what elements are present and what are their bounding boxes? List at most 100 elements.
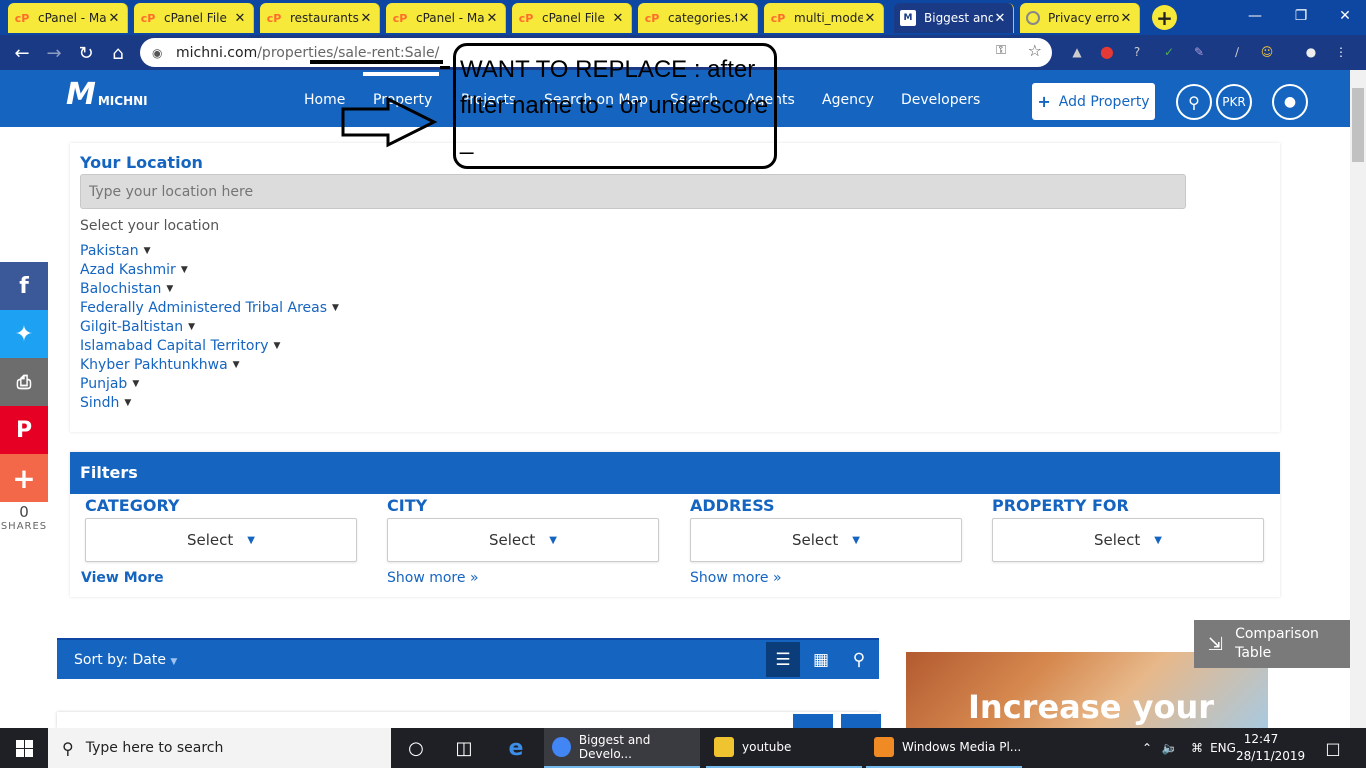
location-item[interactable]: Azad Kashmir ▼ xyxy=(80,260,339,279)
notification-icon[interactable]: □ xyxy=(1318,728,1348,768)
address-select[interactable]: Select ▼ xyxy=(690,518,962,562)
chevron-down-icon: ▼ xyxy=(132,378,140,389)
new-tab-button[interactable]: + xyxy=(1152,5,1177,30)
user-icon[interactable]: ● xyxy=(1272,84,1308,120)
location-item[interactable]: Federally Administered Tribal Areas ▼ xyxy=(80,298,339,317)
pinterest-share-icon[interactable]: P xyxy=(0,406,48,454)
extension-shield-icon[interactable]: ▲ xyxy=(1066,41,1088,63)
city-select[interactable]: Select ▼ xyxy=(387,518,659,562)
location-item[interactable]: Balochistan ▼ xyxy=(80,279,339,298)
extension-check-icon[interactable]: ✓ xyxy=(1158,41,1180,63)
taskbar-app-chrome[interactable]: Biggest and Develo... xyxy=(544,728,700,768)
close-tab-icon[interactable]: ✕ xyxy=(737,11,751,26)
browser-tab[interactable]: cP cPanel - Ma ✕ xyxy=(8,3,128,33)
location-item[interactable]: Punjab ▼ xyxy=(80,374,339,393)
extension-emoji-icon[interactable]: ☺ xyxy=(1256,41,1278,63)
tray-wifi-icon[interactable]: ⌘ xyxy=(1186,728,1208,768)
map-pin-icon[interactable]: ⚲ xyxy=(842,642,876,677)
taskbar-app-media-player[interactable]: Windows Media Pl... xyxy=(866,728,1022,768)
close-tab-icon[interactable]: ✕ xyxy=(993,11,1007,26)
browser-tab[interactable]: Privacy erro ✕ xyxy=(1020,3,1140,33)
task-view-icon[interactable]: ◫ xyxy=(440,728,488,768)
minimize-button[interactable]: — xyxy=(1232,0,1278,32)
cortana-icon[interactable]: ○ xyxy=(392,728,440,768)
back-icon[interactable]: ← xyxy=(8,39,36,67)
location-item[interactable]: Khyber Pakhtunkhwa ▼ xyxy=(80,355,339,374)
browser-tab[interactable]: cP cPanel File ✕ xyxy=(134,3,254,33)
browser-tab[interactable]: cP multi_mode ✕ xyxy=(764,3,884,33)
media-player-icon xyxy=(874,737,894,757)
extension-tool-icon[interactable]: ∕ xyxy=(1226,41,1248,63)
edge-icon[interactable]: e xyxy=(492,728,540,768)
home-icon[interactable]: ⌂ xyxy=(104,39,132,67)
close-tab-icon[interactable]: ✕ xyxy=(233,11,247,26)
more-share-icon[interactable]: + xyxy=(0,454,48,502)
extension-stop-icon[interactable]: ⬤ xyxy=(1096,41,1118,63)
page-scrollbar[interactable] xyxy=(1350,70,1366,728)
currency-button[interactable]: PKR xyxy=(1216,84,1252,120)
location-item[interactable]: Sindh ▼ xyxy=(80,393,339,412)
cpanel-favicon-icon: cP xyxy=(392,11,408,25)
location-item[interactable]: Pakistan ▼ xyxy=(80,241,339,260)
property-for-select[interactable]: Select ▼ xyxy=(992,518,1264,562)
taskbar-search-box[interactable]: ⚲ Type here to search xyxy=(48,728,391,768)
tray-volume-icon[interactable]: 🔈 xyxy=(1158,728,1180,768)
print-share-icon[interactable]: ⎙ xyxy=(0,358,48,406)
profile-avatar-icon[interactable]: ● xyxy=(1300,41,1322,63)
nav-agency[interactable]: Agency xyxy=(822,92,874,108)
list-view-icon[interactable]: ☰ xyxy=(766,642,800,677)
browser-tab[interactable]: cP cPanel File ✕ xyxy=(512,3,632,33)
close-tab-icon[interactable]: ✕ xyxy=(107,11,121,26)
cpanel-favicon-icon: cP xyxy=(644,11,660,25)
browser-tab[interactable]: cP cPanel - Ma ✕ xyxy=(386,3,506,33)
location-item[interactable]: Islamabad Capital Territory ▼ xyxy=(80,336,339,355)
tray-overflow-icon[interactable]: ⌃ xyxy=(1138,728,1156,768)
facebook-share-icon[interactable]: f xyxy=(0,262,48,310)
browser-tab[interactable]: M Biggest and ✕ xyxy=(894,3,1014,33)
folder-icon xyxy=(714,737,734,757)
taskbar-app-explorer[interactable]: youtube xyxy=(706,728,862,768)
card-action-button[interactable] xyxy=(793,714,833,728)
key-icon[interactable]: ⚿ xyxy=(996,43,1006,58)
twitter-share-icon[interactable]: ✦ xyxy=(0,310,48,358)
card-action-button[interactable] xyxy=(841,714,881,728)
close-tab-icon[interactable]: ✕ xyxy=(1119,11,1133,26)
comparison-table-button[interactable]: ⇲ Comparison Table xyxy=(1194,620,1350,668)
cpanel-favicon-icon: cP xyxy=(266,11,282,25)
show-more-link[interactable]: Show more » xyxy=(387,570,659,586)
close-tab-icon[interactable]: ✕ xyxy=(485,11,499,26)
add-property-button[interactable]: + Add Property xyxy=(1032,83,1155,120)
taskbar-search-placeholder: Type here to search xyxy=(85,740,224,756)
reload-icon[interactable]: ↻ xyxy=(72,39,100,67)
close-tab-icon[interactable]: ✕ xyxy=(359,11,373,26)
search-icon[interactable]: ⚲ xyxy=(1176,84,1212,120)
taskbar-clock[interactable]: 12:47 28/11/2019 xyxy=(1236,731,1305,765)
scrollbar-thumb[interactable] xyxy=(1352,88,1364,162)
menu-dots-icon[interactable]: ⋮ xyxy=(1330,41,1352,63)
show-more-link[interactable]: Show more » xyxy=(690,570,962,586)
windows-start-icon[interactable] xyxy=(0,728,48,768)
close-tab-icon[interactable]: ✕ xyxy=(863,11,877,26)
restore-button[interactable]: ❐ xyxy=(1278,0,1324,32)
comparison-label-line2: Table xyxy=(1235,645,1272,661)
star-icon[interactable]: ☆ xyxy=(1028,41,1042,60)
close-window-button[interactable]: ✕ xyxy=(1322,0,1366,32)
browser-tab[interactable]: cP categories.t ✕ xyxy=(638,3,758,33)
forward-icon[interactable]: → xyxy=(40,39,68,67)
tab-title: cPanel File xyxy=(164,11,227,25)
browser-tab[interactable]: cP restaurants ✕ xyxy=(260,3,380,33)
location-input[interactable] xyxy=(80,174,1186,209)
location-item[interactable]: Gilgit-Baltistan ▼ xyxy=(80,317,339,336)
tray-language[interactable]: ENG xyxy=(1210,728,1236,768)
category-select[interactable]: Select ▼ xyxy=(85,518,357,562)
extension-help-icon[interactable]: ? xyxy=(1126,41,1148,63)
extension-feather-icon[interactable]: ✎ xyxy=(1188,41,1210,63)
view-more-link[interactable]: View More xyxy=(81,570,357,586)
nav-developers[interactable]: Developers xyxy=(901,92,980,108)
taskbar-app-label: Biggest and Develo... xyxy=(578,733,651,761)
location-item-label: Islamabad Capital Territory xyxy=(80,337,269,354)
grid-view-icon[interactable]: ▦ xyxy=(804,642,838,677)
michni-logo[interactable]: M MICHNI xyxy=(66,80,148,110)
close-tab-icon[interactable]: ✕ xyxy=(611,11,625,26)
sort-dropdown[interactable]: Sort by: Date ▼ xyxy=(74,652,177,668)
